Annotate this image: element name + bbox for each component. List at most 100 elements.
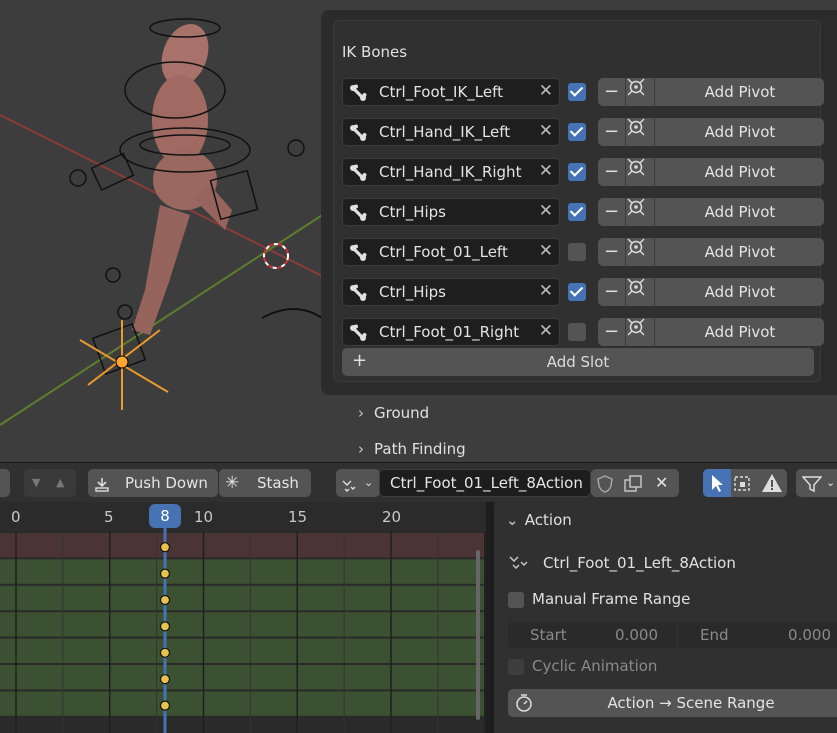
clear-x-icon[interactable]: ✕ <box>539 321 553 341</box>
bone-enabled-checkbox[interactable] <box>568 123 586 141</box>
cyclic-animation-checkbox <box>508 659 524 675</box>
remove-slot-button[interactable]: − <box>598 78 626 106</box>
filter-button[interactable]: ⌄ <box>796 469 837 497</box>
pivot-target-icon[interactable] <box>627 198 655 226</box>
action-name-field[interactable]: Ctrl_Foot_01_Left_8Action <box>379 469 591 497</box>
action-section-header[interactable]: ⌄ Action <box>506 511 572 529</box>
add-pivot-button[interactable]: Add Pivot <box>656 318 824 346</box>
add-slot-button[interactable]: + Add Slot <box>342 348 814 376</box>
keyframe-area[interactable] <box>0 502 486 733</box>
pivot-target-icon[interactable] <box>627 158 655 186</box>
bone-enabled-checkbox[interactable] <box>568 243 586 261</box>
add-pivot-button[interactable]: Add Pivot <box>656 278 824 306</box>
clear-x-icon[interactable]: ✕ <box>539 161 553 181</box>
snowflake-icon: ✳ <box>225 473 240 493</box>
vertical-scrollbar[interactable] <box>476 550 480 720</box>
select-arrow-icon[interactable] <box>703 469 731 497</box>
clear-x-icon[interactable]: ✕ <box>539 281 553 301</box>
box-select-icon[interactable] <box>733 474 753 502</box>
pivot-target-icon[interactable] <box>627 238 655 266</box>
dopesheet-timeline[interactable]: 0 5 10 15 20 8 <box>0 502 486 733</box>
bone-enabled-checkbox[interactable] <box>568 163 586 181</box>
end-label: End <box>700 626 729 644</box>
keyframe[interactable] <box>159 621 171 632</box>
action-icon <box>508 554 530 578</box>
keyframe[interactable] <box>159 594 171 606</box>
clear-x-icon[interactable]: ✕ <box>539 241 553 261</box>
add-pivot-button[interactable]: Add Pivot <box>656 78 824 106</box>
subpanel-path-finding[interactable]: › Path Finding <box>358 440 466 458</box>
bone-name-field[interactable]: Ctrl_Foot_01_Left ✕ <box>342 238 560 266</box>
current-frame-indicator[interactable]: 8 <box>149 504 181 528</box>
manual-frame-range-checkbox[interactable] <box>508 592 524 608</box>
add-pivot-button[interactable]: Add Pivot <box>656 238 824 266</box>
add-slot-label: Add Slot <box>546 353 610 371</box>
bone-enabled-checkbox[interactable] <box>568 323 586 341</box>
editor-type-button[interactable] <box>0 469 10 497</box>
bone-slot-row: Ctrl_Foot_01_Right ✕ − Add Pivot <box>342 318 824 346</box>
pivot-target-icon[interactable] <box>627 278 655 306</box>
bone-icon <box>349 124 367 142</box>
pivot-target-icon[interactable] <box>627 318 655 346</box>
clear-x-icon[interactable]: ✕ <box>539 201 553 221</box>
channel-row[interactable] <box>0 691 484 716</box>
bone-name-field[interactable]: Ctrl_Foot_IK_Left ✕ <box>342 78 560 106</box>
bone-name-field[interactable]: Ctrl_Hips ✕ <box>342 278 560 306</box>
channel-row[interactable] <box>0 585 484 611</box>
action-browse-button[interactable]: ⌄ <box>336 469 380 497</box>
keyframe[interactable] <box>159 700 171 711</box>
bone-name-field[interactable]: Ctrl_Hips ✕ <box>342 198 560 226</box>
add-pivot-button[interactable]: Add Pivot <box>656 158 824 186</box>
keyframe[interactable] <box>159 568 171 579</box>
remove-slot-button[interactable]: − <box>598 158 626 186</box>
bone-name-field[interactable]: Ctrl_Foot_01_Right ✕ <box>342 318 560 346</box>
remove-slot-button[interactable]: − <box>598 118 626 146</box>
duplicate-icon[interactable] <box>624 474 642 492</box>
3d-cursor[interactable] <box>263 243 289 269</box>
stash-label: Stash <box>257 474 299 492</box>
action-section: ⌄ Action Ctrl_Foot_01_Left_8Action Manua… <box>494 502 837 733</box>
bone-enabled-checkbox[interactable] <box>568 283 586 301</box>
unlink-x-icon[interactable]: ✕ <box>655 469 668 497</box>
arrow-up-icon: ▲ <box>56 476 65 489</box>
keyframe[interactable] <box>159 647 171 658</box>
bone-name-field[interactable]: Ctrl_Hand_IK_Left ✕ <box>342 118 560 146</box>
channel-row[interactable] <box>0 612 484 637</box>
action-properties-panel: ⌄ Action Ctrl_Foot_01_Left_8Action Manua… <box>494 502 837 733</box>
dopesheet-header: ▼ ▲ Push Down ✳ Stash ⌄ Ctrl_Foot_01_Lef… <box>0 462 837 502</box>
stash-button[interactable]: ✳ Stash <box>219 469 311 497</box>
subpanel-path-finding-label: Path Finding <box>374 440 466 458</box>
fake-user-shield-icon[interactable] <box>596 474 614 493</box>
bone-name: Ctrl_Hand_IK_Left <box>379 123 511 141</box>
keyframe[interactable] <box>159 542 171 553</box>
bone-enabled-checkbox[interactable] <box>568 203 586 221</box>
action-to-scene-range-button[interactable]: Action → Scene Range <box>508 689 837 717</box>
channel-row[interactable] <box>0 533 484 558</box>
3d-viewport[interactable]: IK Bones Ctrl_Foot_IK_Left ✕ − Add Pivot Ctr… <box>0 0 837 462</box>
bone-name-field[interactable]: Ctrl_Hand_IK_Right ✕ <box>342 158 560 186</box>
add-pivot-button[interactable]: Add Pivot <box>656 118 824 146</box>
remove-slot-button[interactable]: − <box>598 238 626 266</box>
add-pivot-button[interactable]: Add Pivot <box>656 198 824 226</box>
push-down-button[interactable]: Push Down <box>88 469 218 497</box>
select-tool-group <box>703 469 787 497</box>
channel-row[interactable] <box>0 559 484 584</box>
pivot-button-group: − Add Pivot <box>598 278 824 306</box>
remove-slot-button[interactable]: − <box>598 278 626 306</box>
clear-x-icon[interactable]: ✕ <box>539 121 553 141</box>
action-to-scene-range-label: Action → Scene Range <box>607 694 775 712</box>
remove-slot-button[interactable]: − <box>598 198 626 226</box>
remove-slot-button[interactable]: − <box>598 318 626 346</box>
layer-nav-buttons[interactable]: ▼ ▲ <box>24 469 76 497</box>
bone-enabled-checkbox[interactable] <box>568 83 586 101</box>
bone-name: Ctrl_Hips <box>379 283 446 301</box>
warning-icon[interactable] <box>761 473 783 502</box>
clear-x-icon[interactable]: ✕ <box>539 81 553 101</box>
pivot-target-icon[interactable] <box>627 78 655 106</box>
keyframe[interactable] <box>159 674 171 685</box>
subpanel-ground[interactable]: › Ground <box>358 404 429 422</box>
channel-row[interactable] <box>0 638 484 663</box>
pivot-target-icon[interactable] <box>627 118 655 146</box>
channel-row[interactable] <box>0 665 484 690</box>
chevron-right-icon: › <box>358 404 364 422</box>
